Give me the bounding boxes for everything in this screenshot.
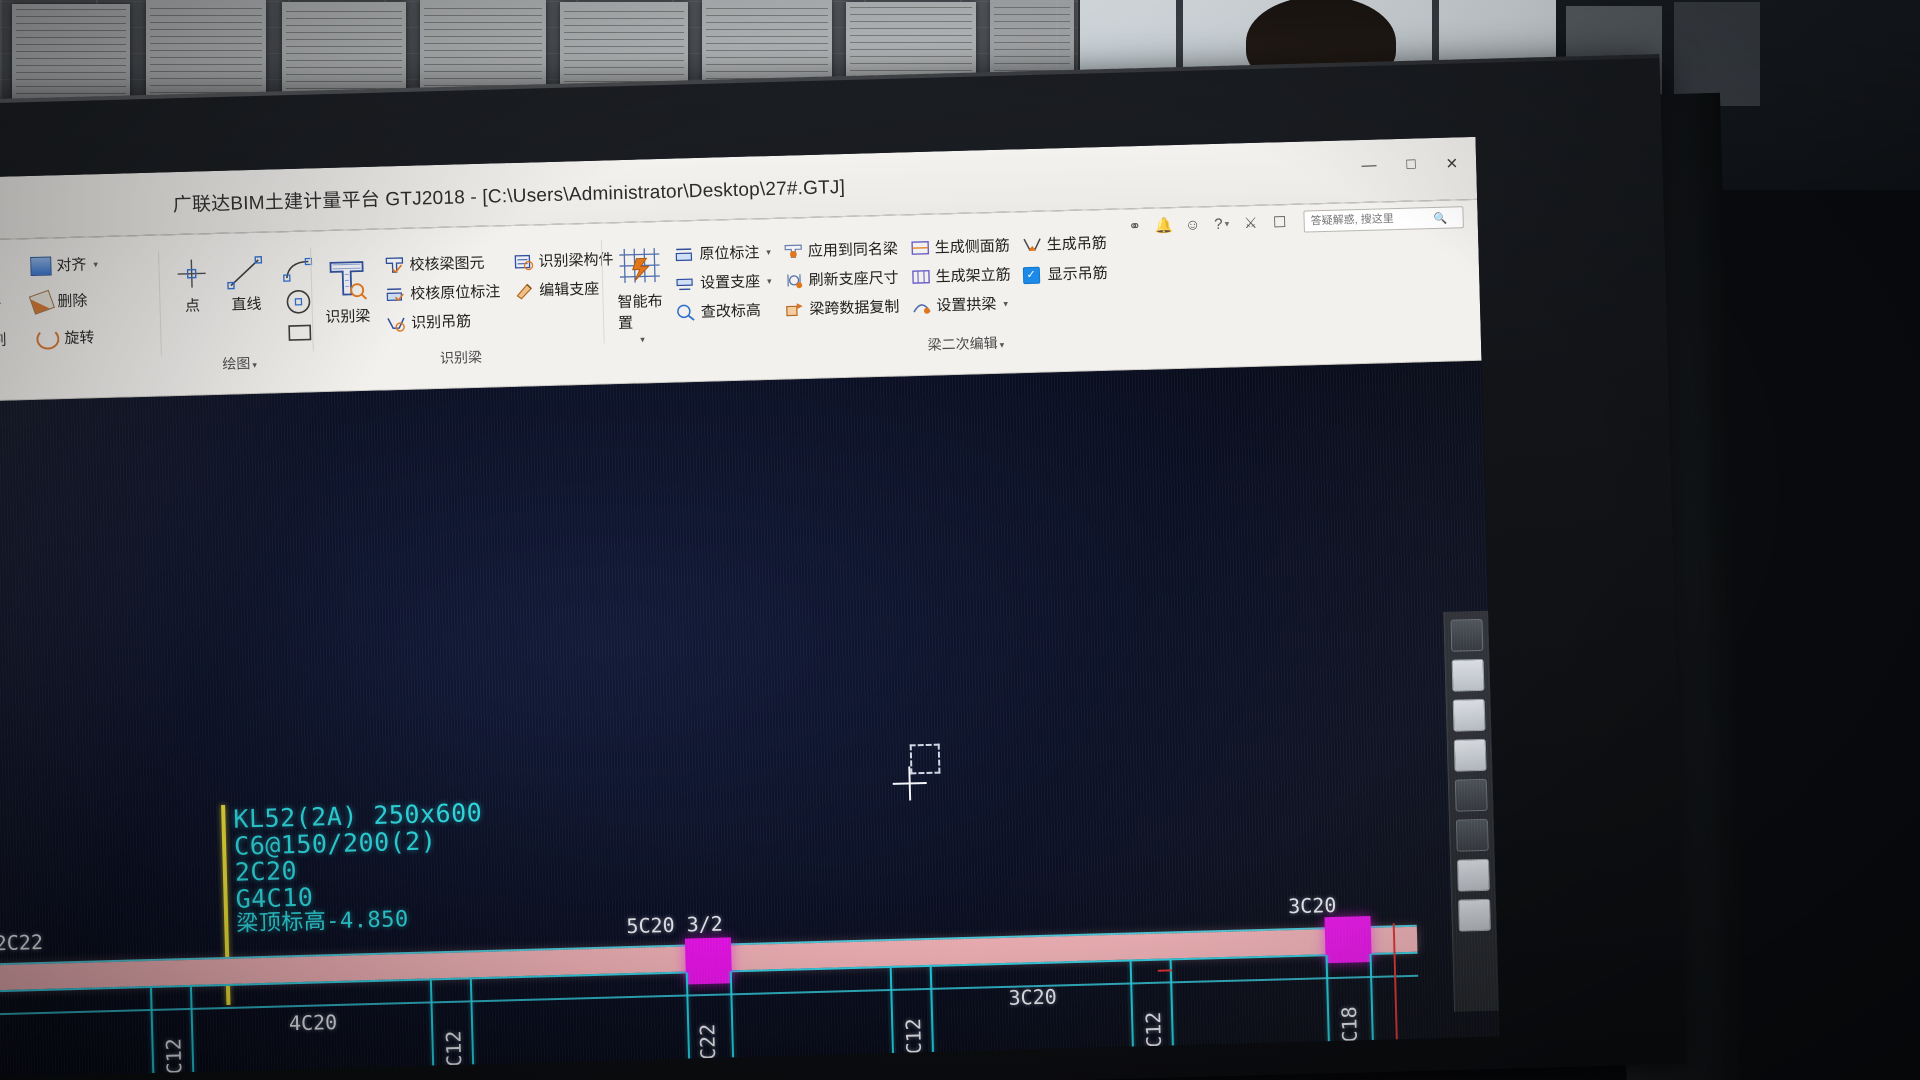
generate-erection-bar-icon	[911, 270, 930, 284]
maximize-button[interactable]: □	[1406, 156, 1416, 174]
ribbon-item-edit-support[interactable]: 编辑支座	[514, 279, 614, 300]
search-icon[interactable]: 🔍	[1433, 212, 1447, 225]
ribbon-item-check-elevation[interactable]: 查改标高	[676, 301, 773, 322]
window-icon[interactable]	[1453, 738, 1487, 772]
screenshot-root: 广联达BIM土建计量平台 GTJ2018 - [C:\Users\Adminis…	[0, 0, 1920, 1080]
ribbon-item-break[interactable]: ++ 打断	[0, 259, 1, 277]
rotate-icon	[36, 328, 60, 350]
ribbon-item-identify-hanger-bar[interactable]: 识别吊筋	[386, 311, 501, 332]
app-title: 广联达BIM土建计量平台 GTJ2018 - [C:\Users\Adminis…	[172, 176, 846, 217]
ribbon-item-check-beam-element[interactable]: 校核梁图元	[384, 253, 499, 274]
beam-label-block: KL52(2A) 250x600 C6@150/200(2) 2C20 G4C1…	[233, 798, 485, 937]
ribbon-item-check-original-annotation[interactable]: 校核原位标注	[385, 282, 501, 303]
ribbon-item-set-support[interactable]: 设置支座 ▾	[675, 272, 772, 293]
identify-beam-member-icon	[514, 254, 534, 271]
ribbon-item-copy-span-data[interactable]: 梁跨数据复制	[784, 298, 900, 319]
grid-line	[189, 985, 199, 1078]
copy-span-data-icon	[785, 303, 803, 317]
search-input[interactable]	[1308, 211, 1431, 229]
ribbon-group-label-identify-beam: 识别梁	[439, 348, 483, 366]
minimize-button[interactable]: —	[1361, 157, 1376, 175]
restore-icon[interactable]: ☐	[1271, 214, 1287, 231]
ribbon-item-merge[interactable]: ++ 合并	[0, 295, 2, 313]
support-marker	[684, 937, 733, 985]
smile-icon[interactable]: ☺	[1184, 216, 1201, 233]
rebar-label-2c22-left: 0+2C22	[0, 929, 44, 956]
zoom-extents-icon[interactable]	[1454, 778, 1488, 812]
window-system-buttons: ⚭ 🔔 ☺ ?▾ ⚔ ☐ 🔍	[1126, 206, 1464, 237]
ribbon-item-generate-side-bar[interactable]: 生成侧面筋	[910, 237, 1010, 258]
headset-icon[interactable]: ⚭	[1127, 218, 1143, 235]
set-arch-beam-icon	[912, 304, 931, 314]
show-hanger-bar-checkbox[interactable]: ✓	[1022, 266, 1040, 285]
refresh-support-size-icon	[786, 274, 802, 289]
ribbon-item-delete[interactable]: 删除	[28, 289, 88, 315]
search-box[interactable]: 🔍	[1303, 206, 1464, 233]
line-icon	[227, 256, 263, 290]
ribbon-group-beam-secondary-edit: 智能布置 ▾ 原位标注 ▾ 设置支座 ▾ 查改标高 应用到同名梁 刷新支座尺寸 …	[608, 223, 1107, 366]
align-icon	[30, 256, 52, 277]
bell-icon[interactable]: 🔔	[1154, 217, 1173, 234]
layer-icon[interactable]	[1451, 658, 1485, 692]
ribbon-item-rotate[interactable]: 旋转	[36, 327, 95, 350]
ribbon-group-draw: 点 直线 绘图 ▾	[164, 243, 313, 377]
beam-label-line-5: 梁顶标高-4.850	[235, 907, 410, 937]
delete-icon	[28, 289, 55, 315]
orbit-icon[interactable]	[1455, 818, 1489, 852]
window-buttons: — □ ✕	[1361, 154, 1458, 175]
generate-hanger-bar-icon	[1022, 238, 1041, 252]
view-cube-icon[interactable]	[1450, 618, 1484, 652]
identify-beam-icon	[329, 261, 368, 300]
measure-icon[interactable]	[1456, 858, 1490, 892]
red-boundary-line	[1157, 969, 1172, 972]
ribbon-item-show-hanger-bar[interactable]: ✓ 显示吊筋	[1022, 265, 1108, 285]
ribbon-item-identify-beam-member[interactable]: 识别梁构件	[513, 250, 614, 271]
ribbon-item-refresh-support-size[interactable]: 刷新支座尺寸	[783, 269, 899, 290]
ribbon-item-original-annotation[interactable]: 原位标注 ▾	[674, 243, 771, 264]
ribbon-item-smart-layout[interactable]: 智能布置 ▾	[616, 244, 665, 346]
generate-side-bar-icon	[910, 241, 929, 255]
set-support-icon	[676, 278, 693, 291]
rebar-label-3c20-right: 3C20	[1287, 892, 1337, 919]
close-button[interactable]: ✕	[1445, 154, 1458, 172]
drawing-canvas[interactable]: KL52(2A) 250x600 C6@150/200(2) 2C20 G4C1…	[0, 360, 1500, 1078]
ribbon-group-identify-beam: 识别梁 校核梁图元 校核原位标注 识别吊筋 识别梁构件 编辑支座 识别梁	[316, 236, 614, 374]
grid-line	[469, 978, 479, 1078]
selection-pickbox	[909, 743, 941, 775]
check-elevation-icon	[677, 304, 695, 321]
ribbon-item-set-arch-beam[interactable]: 设置拱梁 ▾	[911, 295, 1011, 316]
smart-layout-icon	[619, 248, 660, 283]
check-beam-element-icon	[385, 257, 404, 274]
pan-icon[interactable]	[1452, 698, 1486, 732]
identify-hanger-bar-icon	[387, 317, 405, 332]
ribbon-item-generate-hanger-bar[interactable]: 生成吊筋	[1022, 234, 1107, 254]
grid-line	[429, 979, 439, 1078]
ribbon-item-split[interactable]: 分割	[0, 331, 7, 352]
ribbon-item-align[interactable]: 对齐 ▾	[30, 255, 98, 277]
point-icon	[177, 259, 206, 288]
check-original-annotation-icon	[386, 288, 404, 302]
rebar-label-3c20-mid: 3C20	[1008, 984, 1058, 1010]
ribbon-item-identify-beam[interactable]: 识别梁	[322, 256, 372, 327]
ribbon-item-generate-erection-bar[interactable]: 生成架立筋	[910, 266, 1011, 287]
support-marker	[1324, 916, 1372, 964]
rebar-label-2c12-a: 2C12	[161, 1037, 187, 1078]
monitor-screen: 广联达BIM土建计量平台 GTJ2018 - [C:\Users\Adminis…	[0, 136, 1500, 1078]
ribbon-group-modify: 延伸 ++ 打断 对齐 ▾	[0, 247, 165, 385]
ribbon-item-line[interactable]: 直线	[226, 255, 266, 315]
grid-icon[interactable]	[1458, 898, 1491, 932]
ribbon-group-label-modify: 修改▾	[0, 355, 179, 383]
gift-icon[interactable]: ⚔	[1242, 215, 1258, 232]
ribbon-item-apply-to-same-name-beam[interactable]: 应用到同名梁	[783, 240, 898, 261]
ribbon-item-point[interactable]: 点	[174, 256, 210, 316]
help-button[interactable]: ? ▾	[1213, 215, 1229, 232]
edit-support-icon	[516, 283, 533, 300]
original-annotation-icon	[675, 248, 693, 262]
rebar-label-5c20-3-2: 5C20 3/2	[626, 911, 724, 939]
grid-line	[149, 986, 159, 1078]
apply-to-same-name-beam-icon	[784, 244, 802, 259]
rebar-label-4c20: 4C20	[288, 1010, 338, 1036]
ribbon-group-label-draw: 绘图 ▾	[222, 355, 258, 372]
